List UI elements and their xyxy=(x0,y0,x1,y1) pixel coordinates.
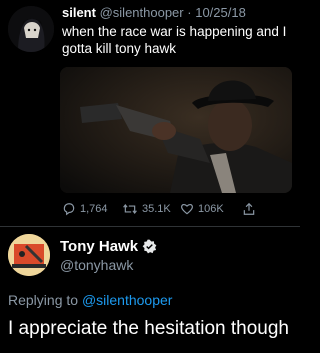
tweet-header: silent @silenthooper · 10/25/18 xyxy=(62,5,246,20)
reply-action[interactable]: 1,764 xyxy=(62,202,108,216)
author-name[interactable]: silent xyxy=(62,5,96,20)
original-tweet[interactable]: silent @silenthooper · 10/25/18 when the… xyxy=(0,0,300,225)
like-count: 106K xyxy=(198,203,224,215)
reply-icon xyxy=(63,203,75,216)
reply-author: Tony Hawk xyxy=(60,238,157,255)
retweet-icon xyxy=(123,203,137,215)
retweet-action[interactable]: 35.1K xyxy=(122,202,171,216)
replying-to-mention[interactable]: @silenthooper xyxy=(82,292,173,308)
heart-icon xyxy=(181,203,193,215)
replying-to-prefix: Replying to xyxy=(8,292,79,308)
tweet-media-image[interactable] xyxy=(60,67,292,193)
share-action[interactable] xyxy=(242,202,256,216)
verified-badge-icon xyxy=(142,239,157,254)
avatar-image xyxy=(8,6,54,52)
reply-avatar-image xyxy=(8,234,50,276)
reply-count: 1,764 xyxy=(80,203,108,215)
media-photo xyxy=(60,67,292,193)
replying-to-line: Replying to @silenthooper xyxy=(8,292,172,308)
like-action[interactable]: 106K xyxy=(180,202,224,216)
reply-text: I appreciate the hesitation though xyxy=(8,318,289,339)
separator-dot: · xyxy=(187,5,192,20)
reply-author-name[interactable]: Tony Hawk xyxy=(60,238,138,255)
tweet-date[interactable]: 10/25/18 xyxy=(195,5,246,20)
retweet-count: 35.1K xyxy=(142,203,171,215)
tweet-actions: 1,764 35.1K 106K xyxy=(62,202,294,218)
divider xyxy=(0,226,300,227)
author-handle[interactable]: @silenthooper xyxy=(100,5,184,20)
share-icon xyxy=(243,202,255,215)
tweet-text: when the race war is happening and I got… xyxy=(62,24,287,56)
reply-avatar[interactable] xyxy=(8,234,50,276)
avatar[interactable] xyxy=(8,6,54,52)
reply-author-handle[interactable]: @tonyhawk xyxy=(60,257,133,273)
